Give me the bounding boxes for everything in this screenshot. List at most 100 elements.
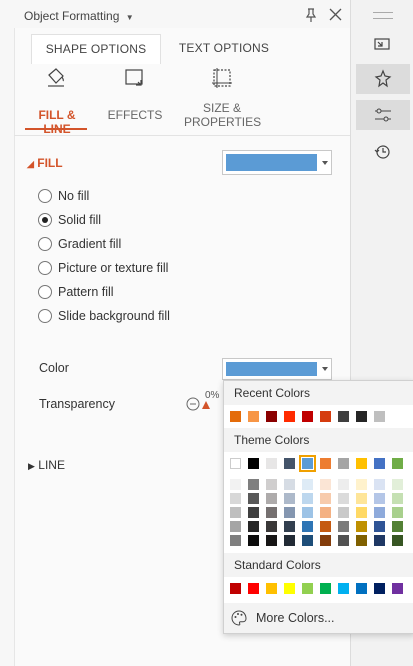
theme-shade-swatch[interactable]	[284, 535, 295, 546]
theme-shade-swatch[interactable]	[230, 493, 241, 504]
radio-solid-fill[interactable]: Solid fill	[38, 210, 170, 230]
close-icon[interactable]	[329, 8, 342, 21]
standard-color-swatch[interactable]	[356, 583, 367, 594]
standard-color-swatch[interactable]	[284, 583, 295, 594]
subtab-effects[interactable]: EFFECTS	[107, 108, 163, 122]
theme-shade-swatch[interactable]	[356, 535, 367, 546]
pin-animation-button[interactable]	[356, 64, 410, 94]
standard-color-swatch[interactable]	[230, 583, 241, 594]
theme-shade-swatch[interactable]	[248, 493, 259, 504]
recent-color-swatch[interactable]	[374, 411, 385, 422]
theme-shade-swatch[interactable]	[230, 521, 241, 532]
theme-shade-swatch[interactable]	[392, 535, 403, 546]
paint-bucket-icon[interactable]	[45, 66, 67, 88]
theme-shade-swatch[interactable]	[230, 535, 241, 546]
theme-shade-swatch[interactable]	[230, 479, 241, 490]
theme-shade-swatch[interactable]	[320, 535, 331, 546]
theme-color-swatch[interactable]	[374, 458, 385, 469]
theme-shade-swatch[interactable]	[338, 493, 349, 504]
theme-shade-swatch[interactable]	[320, 507, 331, 518]
recent-color-swatch[interactable]	[266, 411, 277, 422]
theme-color-swatch[interactable]	[392, 458, 403, 469]
theme-shade-swatch[interactable]	[392, 507, 403, 518]
tab-text-options[interactable]: TEXT OPTIONS	[160, 34, 288, 63]
fill-color-picker[interactable]	[222, 150, 332, 175]
theme-shade-swatch[interactable]	[374, 493, 385, 504]
theme-shade-swatch[interactable]	[356, 507, 367, 518]
theme-shade-swatch[interactable]	[356, 521, 367, 532]
standard-color-swatch[interactable]	[266, 583, 277, 594]
theme-color-swatch[interactable]	[338, 458, 349, 469]
color-picker-dropdown[interactable]	[222, 358, 332, 380]
theme-shade-swatch[interactable]	[302, 479, 313, 490]
theme-shade-swatch[interactable]	[392, 479, 403, 490]
recent-color-swatch[interactable]	[338, 411, 349, 422]
theme-shade-swatch[interactable]	[230, 507, 241, 518]
theme-shade-swatch[interactable]	[266, 535, 277, 546]
theme-shade-swatch[interactable]	[248, 507, 259, 518]
theme-shade-swatch[interactable]	[374, 521, 385, 532]
theme-shade-swatch[interactable]	[392, 493, 403, 504]
line-section-header[interactable]: ▶ LINE	[28, 458, 65, 472]
theme-shade-swatch[interactable]	[374, 507, 385, 518]
theme-shade-swatch[interactable]	[338, 521, 349, 532]
history-icon[interactable]	[372, 142, 392, 162]
recent-color-swatch[interactable]	[248, 411, 259, 422]
radio-button[interactable]	[38, 260, 52, 275]
more-colors-button[interactable]: More Colors...	[224, 603, 413, 633]
radio-slide-background-fill[interactable]: Slide background fill	[38, 306, 170, 326]
radio-button[interactable]	[38, 236, 52, 251]
theme-shade-swatch[interactable]	[266, 521, 277, 532]
standard-color-swatch[interactable]	[374, 583, 385, 594]
recent-color-swatch[interactable]	[284, 411, 295, 422]
effects-icon[interactable]	[124, 67, 146, 89]
standard-color-swatch[interactable]	[338, 583, 349, 594]
theme-color-swatch[interactable]	[230, 458, 241, 469]
theme-shade-swatch[interactable]	[356, 493, 367, 504]
subtab-size-properties[interactable]: SIZE & PROPERTIES	[184, 101, 261, 129]
tab-shape-options[interactable]: SHAPE OPTIONS	[31, 34, 161, 64]
theme-shade-swatch[interactable]	[266, 507, 277, 518]
theme-color-swatch[interactable]	[320, 458, 331, 469]
standard-color-swatch[interactable]	[248, 583, 259, 594]
theme-color-swatch[interactable]	[299, 455, 316, 472]
theme-shade-swatch[interactable]	[266, 479, 277, 490]
recent-color-swatch[interactable]	[230, 411, 241, 422]
theme-shade-swatch[interactable]	[338, 479, 349, 490]
present-icon[interactable]	[372, 35, 392, 55]
radio-button[interactable]	[38, 188, 52, 203]
fill-section-header[interactable]: ◢ FILL	[27, 156, 63, 170]
radio-gradient-fill[interactable]: Gradient fill	[38, 234, 170, 254]
theme-shade-swatch[interactable]	[284, 521, 295, 532]
theme-shade-swatch[interactable]	[302, 507, 313, 518]
radio-button[interactable]	[38, 212, 52, 227]
theme-shade-swatch[interactable]	[302, 493, 313, 504]
minus-circle-icon[interactable]	[186, 397, 200, 411]
slider-thumb[interactable]	[202, 401, 210, 409]
theme-color-swatch[interactable]	[284, 458, 295, 469]
standard-color-swatch[interactable]	[392, 583, 403, 594]
theme-shade-swatch[interactable]	[284, 507, 295, 518]
recent-color-swatch[interactable]	[320, 411, 331, 422]
pin-icon[interactable]	[304, 7, 318, 23]
panel-title[interactable]: Object Formatting ▼	[24, 9, 134, 23]
radio-button[interactable]	[38, 308, 52, 323]
theme-color-swatch[interactable]	[266, 458, 277, 469]
theme-shade-swatch[interactable]	[302, 535, 313, 546]
theme-shade-swatch[interactable]	[248, 521, 259, 532]
radio-button[interactable]	[38, 284, 52, 299]
theme-shade-swatch[interactable]	[338, 507, 349, 518]
recent-color-swatch[interactable]	[302, 411, 313, 422]
theme-shade-swatch[interactable]	[248, 535, 259, 546]
theme-shade-swatch[interactable]	[374, 479, 385, 490]
theme-shade-swatch[interactable]	[320, 479, 331, 490]
settings-sliders-button[interactable]	[356, 100, 410, 130]
theme-shade-swatch[interactable]	[266, 493, 277, 504]
theme-shade-swatch[interactable]	[302, 521, 313, 532]
theme-shade-swatch[interactable]	[374, 535, 385, 546]
radio-no-fill[interactable]: No fill	[38, 186, 170, 206]
size-properties-icon[interactable]	[211, 67, 233, 89]
theme-shade-swatch[interactable]	[392, 521, 403, 532]
theme-color-swatch[interactable]	[248, 458, 259, 469]
recent-color-swatch[interactable]	[356, 411, 367, 422]
